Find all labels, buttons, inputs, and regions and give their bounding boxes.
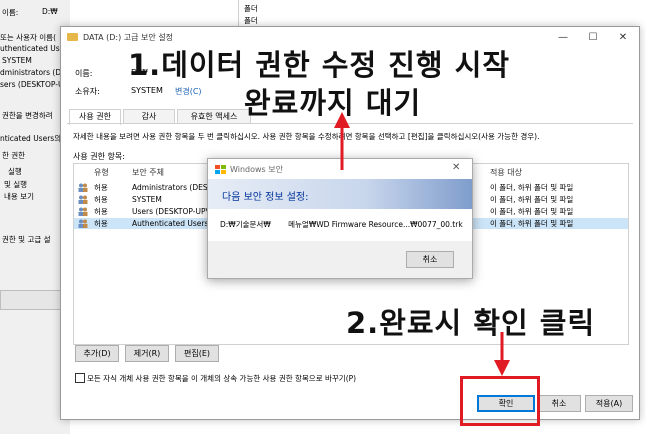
bg-button[interactable] <box>0 290 64 310</box>
row-principal: Authenticated Users <box>132 219 209 228</box>
owner-value: SYSTEM <box>131 86 163 95</box>
row-applies-to: 이 폴더, 하위 폴더 및 파일 <box>490 219 574 228</box>
cancel-button[interactable]: 취소 <box>537 395 581 412</box>
row-principal: Administrators (DESK <box>132 183 213 192</box>
permission-entries-label: 사용 권한 항목: <box>73 152 125 161</box>
bg-name-value: D:₩ <box>42 7 58 16</box>
highlight-box <box>460 376 540 426</box>
dialog-heading: 다음 보안 정보 설정: <box>222 192 309 203</box>
replace-child-permissions-label: 모든 자식 개체 사용 권한 항목을 이 개체의 상속 가능한 사용 권한 항목… <box>87 374 357 383</box>
row-applies-to: 이 폴더, 하위 폴더 및 파일 <box>490 183 574 192</box>
minimize-button[interactable]: — <box>549 29 577 47</box>
owner-label: 소유자: <box>75 87 100 96</box>
row-applies-to: 이 폴더, 하위 폴더 및 파일 <box>490 195 574 204</box>
column-header-applies-to[interactable]: 적용 대상 <box>490 167 522 178</box>
bg-text: 권한 및 고급 설 <box>2 235 51 244</box>
change-owner-link[interactable]: 변경(C) <box>175 86 202 97</box>
bg-text: SYSTEM <box>2 56 32 65</box>
row-type: 허용 <box>94 195 108 204</box>
dialog-title: Windows 보안 <box>230 165 283 174</box>
column-header-type[interactable]: 유형 <box>94 167 109 178</box>
name-label: 이름: <box>75 69 93 78</box>
row-principal: SYSTEM <box>132 195 162 204</box>
dialog-close-button[interactable]: ✕ <box>452 162 460 173</box>
bg-text: 실행 <box>8 167 22 176</box>
bg-text: sers (DESKTOP-U <box>0 80 64 89</box>
bg-text: 및 실행 <box>4 180 28 189</box>
apply-button[interactable]: 적용(A) <box>585 395 633 412</box>
users-icon <box>78 207 88 216</box>
bg-text: 권한을 변경하려 <box>2 111 53 120</box>
bg-text: 한 권한 <box>2 151 26 160</box>
column-header-principal[interactable]: 보안 주체 <box>132 167 164 178</box>
current-file-path: D:₩기술문서₩ 메뉴얼₩WD Firmware Resource...₩007… <box>220 220 463 229</box>
users-icon <box>78 219 88 228</box>
users-icon <box>78 183 88 192</box>
users-icon <box>78 195 88 204</box>
row-type: 허용 <box>94 183 108 192</box>
edit-button[interactable]: 편집(E) <box>175 345 219 362</box>
maximize-button[interactable]: ☐ <box>579 29 607 47</box>
bg-text: uthenticated Use <box>0 44 65 53</box>
annotation-step2: 2.완료시 확인 클릭 <box>346 306 596 340</box>
arrow-down-icon <box>494 332 510 376</box>
folder-icon <box>67 33 78 41</box>
bg-text: dministrators (D <box>0 68 62 77</box>
bg-name-label: 이름: <box>2 8 19 17</box>
close-button[interactable]: ✕ <box>609 29 637 47</box>
tab-effective-access[interactable]: 유효한 액세스 <box>177 109 251 124</box>
arrow-up-icon <box>334 112 350 170</box>
row-type: 허용 <box>94 207 108 216</box>
bg-text: nticated Users의 <box>0 134 62 143</box>
bg-right-item: 폴더 <box>244 4 258 13</box>
bg-text: 내용 보기 <box>4 192 34 201</box>
windows-security-dialog: Windows 보안 ✕ 다음 보안 정보 설정: D:₩기술문서₩ 메뉴얼₩W… <box>207 158 473 279</box>
annotation-step1: 1.데이터 권한 수정 진행 시작 <box>128 48 511 82</box>
dialog-cancel-button[interactable]: 취소 <box>406 251 454 268</box>
bg-text: 또는 사용자 이름( <box>0 33 56 42</box>
bg-right-item: 폴더 <box>244 16 258 25</box>
instructions-text: 자세한 내용을 보려면 사용 권한 항목을 두 번 클릭하십시오. 사용 권한 … <box>73 132 540 141</box>
remove-button[interactable]: 제거(R) <box>125 345 169 362</box>
row-applies-to: 이 폴더, 하위 폴더 및 파일 <box>490 207 574 216</box>
row-principal: Users (DESKTOP-UPV <box>132 207 211 216</box>
row-type: 허용 <box>94 219 108 228</box>
replace-child-permissions-checkbox[interactable] <box>75 373 85 383</box>
windows-security-icon <box>215 165 226 174</box>
add-button[interactable]: 추가(D) <box>75 345 119 362</box>
tab-auditing[interactable]: 감사 <box>123 109 175 124</box>
